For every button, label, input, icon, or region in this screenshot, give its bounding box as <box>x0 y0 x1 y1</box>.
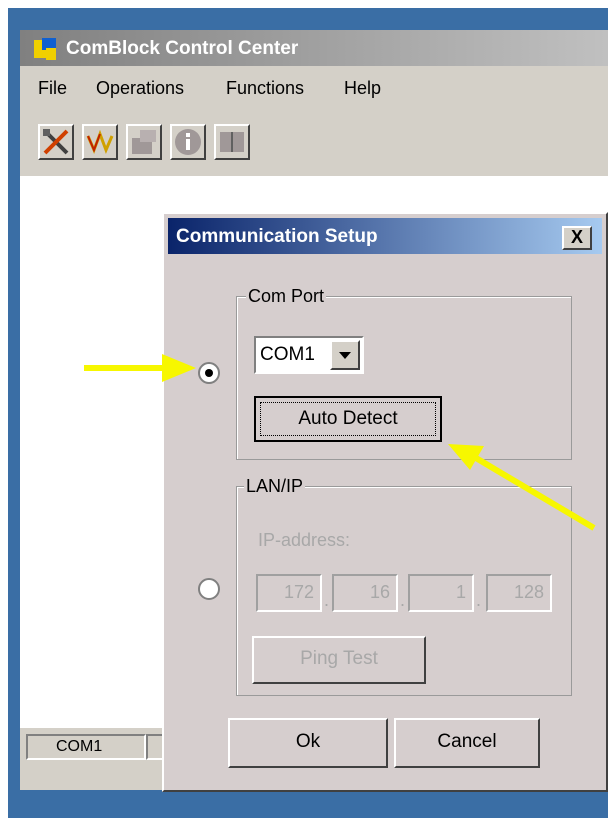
annotation-arrows <box>84 354 596 531</box>
arrow-to-auto-detect-icon <box>448 444 596 531</box>
arrow-to-radio-icon <box>84 354 196 382</box>
